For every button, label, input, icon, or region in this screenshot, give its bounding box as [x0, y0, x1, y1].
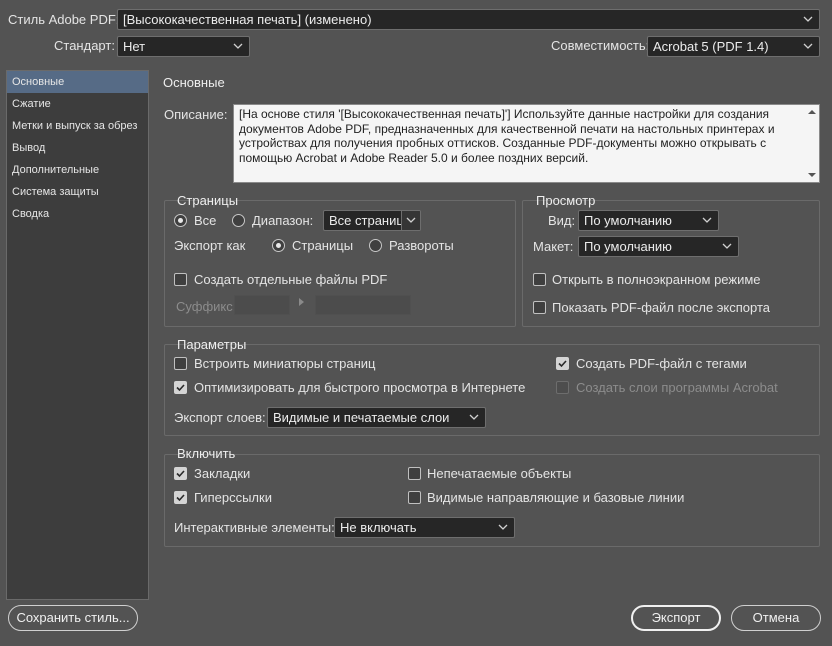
separate-files-checkbox[interactable]	[174, 273, 187, 286]
nonprinting-objects-label: Непечатаемые объекты	[427, 466, 572, 481]
chevron-down-icon	[498, 523, 508, 532]
sidebar-item-compression[interactable]: Сжатие	[7, 93, 148, 115]
preset-value: [Высококачественная печать] (изменено)	[123, 12, 372, 27]
pages-range-label: Диапазон:	[252, 213, 314, 228]
tagged-pdf-checkbox[interactable]	[556, 357, 569, 370]
separate-files-label: Создать отдельные файлы PDF	[194, 272, 388, 287]
view-value: По умолчанию	[584, 213, 672, 228]
preset-dropdown[interactable]: [Высококачественная печать] (изменено)	[117, 9, 820, 30]
export-spreads-radio[interactable]	[369, 239, 382, 252]
interactive-elements-label: Интерактивные элементы:	[174, 520, 335, 535]
checkmark-icon	[176, 384, 185, 392]
optimize-web-label: Оптимизировать для быстрого просмотра в …	[194, 380, 526, 395]
chevron-down-icon	[803, 42, 813, 51]
compat-value: Acrobat 5 (PDF 1.4)	[653, 39, 769, 54]
include-group-title: Включить	[177, 446, 236, 461]
export-spreads-label: Развороты	[389, 238, 454, 253]
sidebar-item-security[interactable]: Система защиты	[7, 181, 148, 203]
fullscreen-checkbox[interactable]	[533, 273, 546, 286]
show-after-export-label: Показать PDF-файл после экспорта	[552, 300, 771, 315]
guides-checkbox[interactable]	[408, 491, 421, 504]
pages-all-label: Все	[194, 213, 217, 228]
hyperlinks-label: Гиперссылки	[194, 490, 272, 505]
insert-arrow-icon[interactable]	[299, 298, 305, 306]
nonprinting-objects-checkbox[interactable]	[408, 467, 421, 480]
bookmarks-checkbox[interactable]	[174, 467, 187, 480]
export-pages-label: Страницы	[292, 238, 354, 253]
scroll-up-icon[interactable]	[808, 109, 816, 115]
layout-dropdown[interactable]: По умолчанию	[578, 236, 739, 257]
description-scrollbar[interactable]	[805, 105, 819, 182]
suffix-input[interactable]	[234, 295, 290, 315]
section-title: Основные	[163, 75, 225, 90]
scroll-down-icon[interactable]	[808, 172, 816, 178]
cancel-button[interactable]: Отмена	[731, 605, 821, 631]
sidebar: Основные Сжатие Метки и выпуск за обрез …	[6, 70, 149, 600]
compat-label: Совместимость:	[551, 38, 650, 53]
pages-all-radio[interactable]	[174, 214, 187, 227]
sidebar-item-general[interactable]: Основные	[7, 71, 148, 93]
sidebar-item-advanced[interactable]: Дополнительные	[7, 159, 148, 181]
suffix-variable-field[interactable]	[315, 295, 411, 315]
view-label: Вид:	[548, 213, 576, 228]
description-label: Описание:	[164, 107, 228, 122]
tagged-pdf-label: Создать PDF-файл с тегами	[576, 356, 747, 371]
checkmark-icon	[176, 494, 185, 502]
export-layers-dropdown[interactable]: Видимые и печатаемые слои	[267, 407, 486, 428]
export-layers-label: Экспорт слоев:	[174, 410, 266, 425]
export-layers-value: Видимые и печатаемые слои	[273, 410, 450, 425]
pages-range-combo[interactable]: Все страницы	[323, 210, 421, 231]
optimize-web-checkbox[interactable]	[174, 381, 187, 394]
chevron-down-icon	[469, 413, 479, 422]
chevron-down-icon	[406, 217, 416, 223]
hyperlinks-checkbox[interactable]	[174, 491, 187, 504]
view-dropdown[interactable]: По умолчанию	[578, 210, 719, 231]
standard-label: Стандарт:	[54, 38, 115, 53]
pages-range-radio[interactable]	[232, 214, 245, 227]
bookmarks-label: Закладки	[194, 466, 251, 481]
description-textarea[interactable]: [На основе стиля '[Высококачественная пе…	[233, 104, 820, 183]
compat-dropdown[interactable]: Acrobat 5 (PDF 1.4)	[647, 36, 820, 57]
checkmark-icon	[558, 360, 567, 368]
preset-label: Стиль Adobe PDF:	[8, 12, 120, 27]
chevron-down-icon	[702, 216, 712, 225]
sidebar-item-output[interactable]: Вывод	[7, 137, 148, 159]
export-as-label: Экспорт как	[174, 238, 246, 253]
description-text: [На основе стиля '[Высококачественная пе…	[239, 107, 775, 165]
sidebar-item-summary[interactable]: Сводка	[7, 203, 148, 225]
checkmark-icon	[176, 470, 185, 478]
standard-dropdown[interactable]: Нет	[117, 36, 250, 57]
chevron-down-icon	[233, 42, 243, 51]
suffix-label: Суффикс:	[176, 299, 237, 314]
range-dropdown-button[interactable]	[401, 211, 420, 230]
show-after-export-checkbox[interactable]	[533, 301, 546, 314]
interactive-elements-value: Не включать	[340, 520, 417, 535]
standard-value: Нет	[123, 39, 146, 54]
sidebar-item-marks-bleeds[interactable]: Метки и выпуск за обрез	[7, 115, 148, 137]
layout-label: Макет:	[533, 239, 574, 254]
layout-value: По умолчанию	[584, 239, 672, 254]
interactive-elements-dropdown[interactable]: Не включать	[334, 517, 515, 538]
export-pages-radio[interactable]	[272, 239, 285, 252]
chevron-down-icon	[803, 15, 813, 24]
view-group-title: Просмотр	[536, 193, 596, 208]
embed-thumbnails-checkbox[interactable]	[174, 357, 187, 370]
chevron-down-icon	[722, 242, 732, 251]
acrobat-layers-checkbox[interactable]	[556, 381, 569, 394]
fullscreen-label: Открыть в полноэкранном режиме	[552, 272, 761, 287]
embed-thumbnails-label: Встроить миниатюры страниц	[194, 356, 376, 371]
pages-group-title: Страницы	[177, 193, 239, 208]
acrobat-layers-label: Создать слои программы Acrobat	[576, 380, 778, 395]
guides-label: Видимые направляющие и базовые линии	[427, 490, 685, 505]
export-button[interactable]: Экспорт	[631, 605, 721, 631]
options-group-title: Параметры	[177, 337, 247, 352]
save-preset-button[interactable]: Сохранить стиль...	[8, 605, 138, 631]
